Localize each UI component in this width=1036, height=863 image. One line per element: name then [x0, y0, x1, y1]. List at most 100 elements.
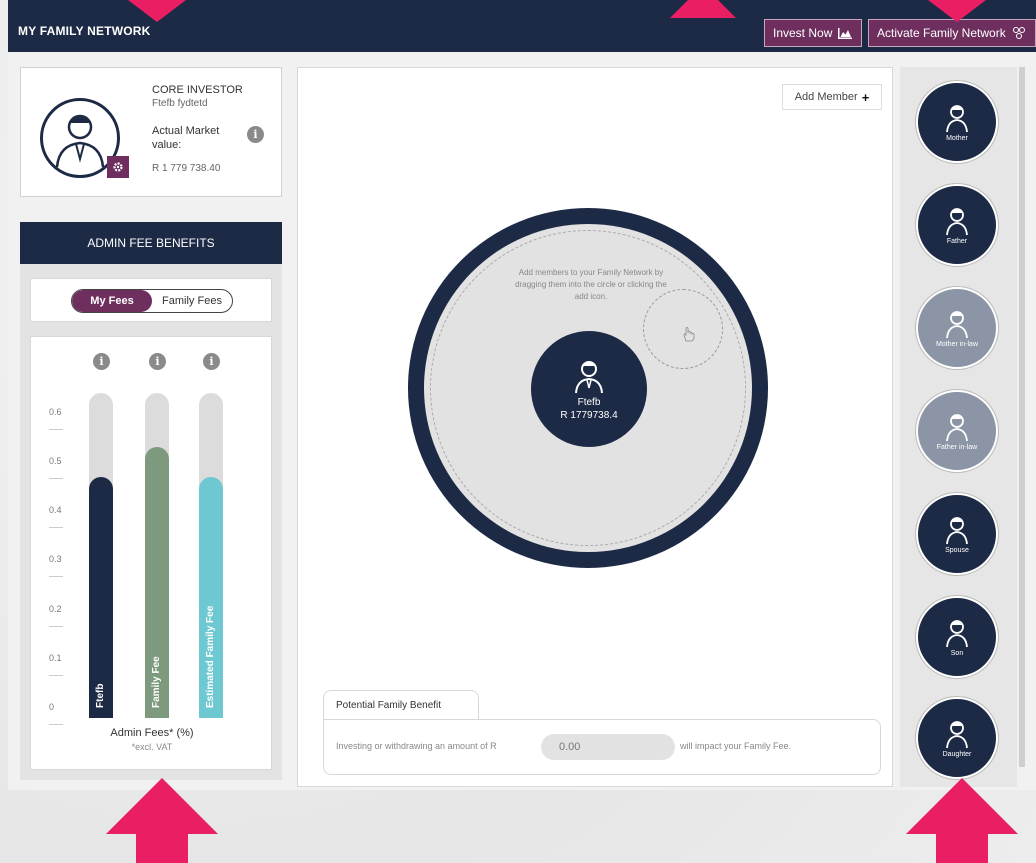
add-member-button[interactable]: Add Member + — [782, 84, 882, 110]
bar-family-fee: Family Fee — [145, 447, 169, 718]
person-icon — [946, 720, 968, 748]
pfb-text-after: will impact your Family Fee. — [680, 741, 792, 751]
member-spouse[interactable]: Spouse — [916, 493, 998, 575]
member-son[interactable]: Son — [916, 596, 998, 678]
admin-fee-benefits-header: ADMIN FEE BENEFITS — [20, 222, 282, 264]
core-investor-node[interactable]: Ftefb R 1779738.4 — [531, 331, 647, 447]
drop-zone-helper-text: Add members to your Family Network by dr… — [515, 268, 667, 301]
y-tick-label: 0.5 — [49, 455, 62, 466]
y-tick-line — [49, 724, 63, 725]
person-icon — [946, 104, 968, 132]
y-tick-line — [49, 428, 63, 430]
y-tick-label: 0 — [49, 702, 55, 712]
profile-settings-button[interactable] — [107, 156, 129, 178]
drop-target-circle[interactable] — [643, 289, 723, 369]
member-father[interactable]: Father — [916, 184, 998, 266]
plus-icon: + — [861, 89, 870, 105]
bar-info-icon[interactable]: i — [203, 353, 220, 370]
annotation-arrow — [928, 0, 986, 22]
y-tick-label: 0.6 — [49, 406, 62, 417]
annotation-arrow — [128, 0, 186, 22]
admin-fee-chart: i i i Admin Fees* (%) *excl. VAT 0.6 0.5 0… — [30, 336, 272, 770]
bar-info-icon[interactable]: i — [93, 353, 110, 370]
member-mother-in-law[interactable]: Mother in-law — [916, 287, 998, 369]
y-tick-line — [49, 674, 63, 676]
bar-label: Family Fee — [151, 656, 162, 708]
member-palette-scrollbar[interactable] — [1019, 67, 1025, 767]
y-tick-label: 0.4 — [49, 505, 62, 516]
y-tick-line — [49, 625, 63, 627]
family-network-canvas: Add Member + Add members to your Family … — [297, 67, 893, 787]
person-icon — [946, 207, 968, 235]
businessman-icon — [55, 114, 105, 168]
annotation-arrow — [106, 778, 218, 863]
investor-node-icon — [575, 361, 603, 394]
investor-name: Ftefb fydtetd — [152, 98, 208, 109]
core-investor-card: CORE INVESTOR Ftefb fydtetd Actual Marke… — [20, 67, 282, 197]
core-investor-label: CORE INVESTOR — [152, 84, 243, 96]
network-icon — [1012, 26, 1026, 40]
member-label: Mother — [946, 134, 968, 142]
potential-family-benefit-tab[interactable]: Potential Family Benefit — [323, 690, 479, 720]
amount-input[interactable] — [541, 734, 675, 760]
y-tick-label: 0.1 — [49, 652, 62, 663]
bar-track: Ftefb — [89, 393, 113, 718]
my-fees-tab[interactable]: My Fees — [72, 290, 152, 312]
family-member-palette: Mother Father Mother in-law Father in-law Sp… — [900, 67, 1017, 787]
person-icon — [946, 310, 968, 338]
bar-ftefb: Ftefb — [89, 476, 113, 718]
y-tick-label: 0.3 — [49, 554, 62, 565]
y-tick-line — [49, 527, 63, 529]
person-icon — [946, 619, 968, 647]
member-father-in-law[interactable]: Father in-law — [916, 390, 998, 472]
member-label: Mother in-law — [935, 340, 978, 348]
annotation-arrow — [906, 778, 1018, 863]
member-label: Father in-law — [936, 443, 978, 451]
person-icon — [946, 516, 968, 544]
core-node-name: Ftefb — [577, 397, 601, 408]
y-tick-label: 0.2 — [49, 603, 62, 614]
member-mother[interactable]: Mother — [916, 81, 998, 163]
admin-fee-panel: My Fees Family Fees i i i Admin Fees* (%… — [20, 264, 282, 780]
fee-toggle-card: My Fees Family Fees — [30, 278, 272, 322]
fee-toggle: My Fees Family Fees — [71, 289, 233, 313]
y-tick-line — [49, 576, 63, 578]
invest-now-button[interactable]: Invest Now — [764, 19, 862, 47]
drop-zone[interactable]: Add members to your Family Network by dr… — [424, 224, 752, 552]
page-title: MY FAMILY NETWORK — [18, 24, 151, 38]
member-label: Son — [950, 649, 964, 657]
person-icon — [946, 413, 968, 441]
market-value-info-icon[interactable]: i — [247, 126, 264, 143]
pfb-text-before: Investing or withdrawing an amount of R — [336, 741, 497, 751]
y-tick-line — [49, 477, 63, 479]
pfb-tab-label: Potential Family Benefit — [336, 700, 442, 711]
member-daughter[interactable]: Daughter — [916, 697, 998, 779]
hand-pointer-icon — [683, 327, 695, 342]
bar-label: Estimated Family Fee — [205, 605, 216, 708]
bar-track: Estimated Family Fee — [199, 393, 223, 718]
bar-info-icon[interactable]: i — [149, 353, 166, 370]
member-label: Spouse — [945, 546, 969, 554]
add-member-label: Add Member — [794, 91, 858, 103]
bar-label: Ftefb — [95, 683, 106, 708]
core-node-value: R 1779738.4 — [560, 410, 618, 421]
potential-family-benefit-panel: Investing or withdrawing an amount of R … — [323, 719, 881, 775]
market-value-amount: R 1 779 738.40 — [152, 163, 221, 174]
bar-estimated-family-fee: Estimated Family Fee — [199, 476, 223, 718]
activate-family-network-button[interactable]: Activate Family Network — [868, 19, 1036, 47]
chart-x-axis-label: Admin Fees* (%) — [110, 727, 194, 739]
admin-fee-title: ADMIN FEE BENEFITS — [87, 236, 215, 250]
chart-icon — [838, 27, 853, 39]
family-fees-tab[interactable]: Family Fees — [152, 290, 232, 312]
market-value-label: Actual Market value: — [152, 125, 220, 151]
bar-track: Family Fee — [145, 393, 169, 718]
member-label: Daughter — [942, 750, 972, 758]
invest-now-label: Invest Now — [773, 26, 833, 40]
app-window: MY FAMILY NETWORK Invest Now Activate Fa… — [8, 0, 1036, 790]
family-network-circle[interactable]: Add members to your Family Network by dr… — [408, 208, 768, 568]
annotation-arrow — [670, 0, 736, 18]
chart-vat-note: *excl. VAT — [131, 742, 173, 752]
member-label: Father — [946, 237, 968, 245]
gear-icon — [113, 162, 123, 172]
activate-label: Activate Family Network — [877, 26, 1006, 40]
